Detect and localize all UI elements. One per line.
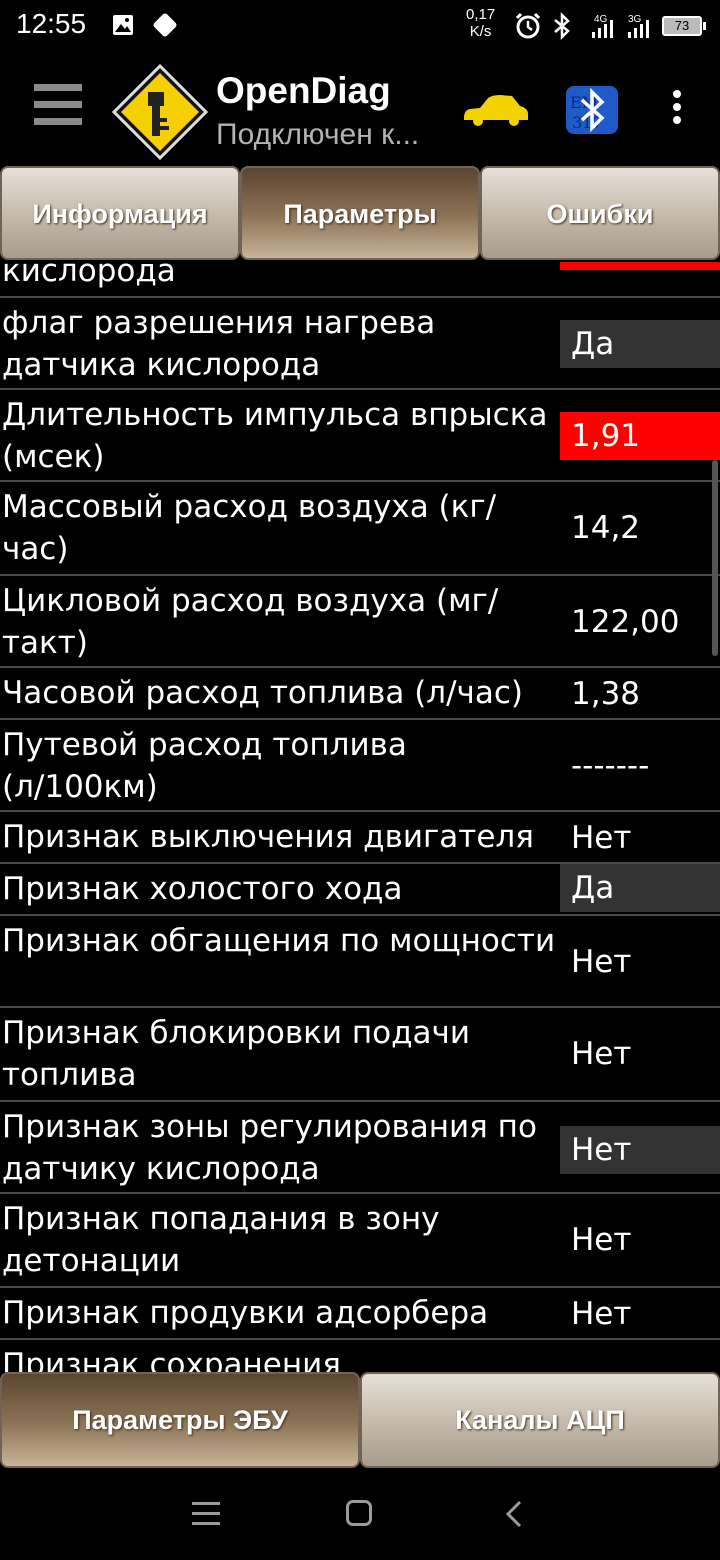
alarm-icon [515,12,541,39]
app-bar: OpenDiag Подключен к... EM 317 [0,56,720,164]
bluetooth-icon [554,12,570,40]
status-bar: 12:55 0,17 K/s 4G 3G 73 [0,0,720,56]
param-value: 1,38 [571,676,641,712]
hamburger-menu-icon[interactable] [34,84,82,134]
signal2-label: 3G [628,14,642,25]
param-value: 14,2 [571,510,641,546]
param-value: Нет [571,1222,632,1258]
home-icon[interactable] [346,1500,372,1526]
param-label: Массовый расход воздуха (кг/час) [2,489,497,567]
list-item: Признак сохранения [0,1340,720,1372]
menu-icon[interactable] [192,1502,220,1526]
connection-status: Подключен к... [216,118,420,151]
battery-icon: 73 [662,16,706,36]
param-label: Длительность импульса впрыска (мсек) [2,397,548,475]
param-value: Нет [571,944,632,980]
list-scrollbar[interactable] [712,460,718,656]
car-icon[interactable] [462,90,530,130]
param-label: флаг разрешения нагрева датчика кислород… [2,305,436,383]
image-icon [113,15,133,35]
signal-icon: 4G [592,14,613,38]
param-label: Признак попадания в зону детонации [2,1201,440,1279]
param-label: Признак выключения двигателя [2,819,534,855]
tab-errors[interactable]: Ошибки [480,166,720,260]
net-speed-unit: K/s [469,23,492,40]
diamond-icon [152,12,178,38]
app-logo-icon [111,63,209,161]
param-label: кислорода [2,262,176,289]
list-item: флаг разрешения нагрева датчика кислород… [0,298,720,390]
list-item: Признак выключения двигателя Нет [0,812,720,864]
tab-adc-channels[interactable]: Каналы АЦП [360,1372,720,1468]
net-speed-value: 0,17 [466,6,496,23]
param-value: 1,91 [560,412,720,460]
param-label: Путевой расход топлива (л/100км) [2,727,407,805]
list-item: кислорода [0,262,720,298]
overflow-menu-icon[interactable] [662,90,692,130]
param-value: Да [560,864,720,912]
list-item: Признак попадания в зону детонации Нет [0,1194,720,1288]
param-value: Нет [571,820,632,856]
list-item: Длительность импульса впрыска (мсек) 1,9… [0,390,720,482]
net-speed: 0,17 K/s [466,6,495,40]
param-value: Нет [571,1296,632,1332]
tab-ecu-parameters[interactable]: Параметры ЭБУ [0,1372,360,1468]
param-label: Признак блокировки подачи топлива [2,1015,470,1093]
system-nav-bar [0,1468,720,1560]
param-label: Признак сохранения [2,1347,341,1372]
tab-parameters[interactable]: Параметры [240,166,480,260]
param-value: Нет [571,1036,632,1072]
signal1-label: 4G [594,14,608,25]
list-item: Признак обгащения по мощности Нет [0,916,720,1008]
back-icon[interactable] [500,1498,528,1530]
param-label: Признак продувки адсорбера [2,1295,489,1331]
param-label: Признак зоны регулирования по датчику ки… [2,1109,537,1187]
param-label: Признак холостого хода [2,871,403,907]
param-value [560,1362,720,1372]
bluetooth-ecu-icon[interactable]: EM 317 [564,84,620,136]
param-value: 122,00 [571,604,680,640]
status-time: 12:55 [16,8,87,39]
param-value: Нет [560,1126,720,1174]
parameter-list[interactable]: кислорода флаг разрешения нагрева датчик… [0,262,720,1372]
bottom-tabs: Параметры ЭБУ Каналы АЦП [0,1372,720,1468]
param-value: Да [560,320,720,368]
app-title: OpenDiag [216,70,391,111]
list-item: Путевой расход топлива (л/100км) ------- [0,720,720,812]
top-tabs: Информация Параметры Ошибки [0,166,720,262]
param-label: Признак обгащения по мощности [2,923,556,959]
tab-information[interactable]: Информация [0,166,240,260]
signal2-icon: 3G [628,14,649,38]
list-item: Цикловой расход воздуха (мг/такт) 122,00 [0,576,720,668]
list-item: Признак холостого хода Да [0,864,720,916]
list-item: Признак блокировки подачи топлива Нет [0,1008,720,1102]
param-label: Часовой расход топлива (л/час) [2,675,523,711]
param-label: Цикловой расход воздуха (мг/такт) [2,583,499,661]
list-item: Признак продувки адсорбера Нет [0,1288,720,1340]
param-value [560,262,720,270]
list-item: Массовый расход воздуха (кг/час) 14,2 [0,482,720,576]
list-item: Часовой расход топлива (л/час) 1,38 [0,668,720,720]
list-item: Признак зоны регулирования по датчику ки… [0,1102,720,1194]
param-value: ------- [571,748,650,784]
